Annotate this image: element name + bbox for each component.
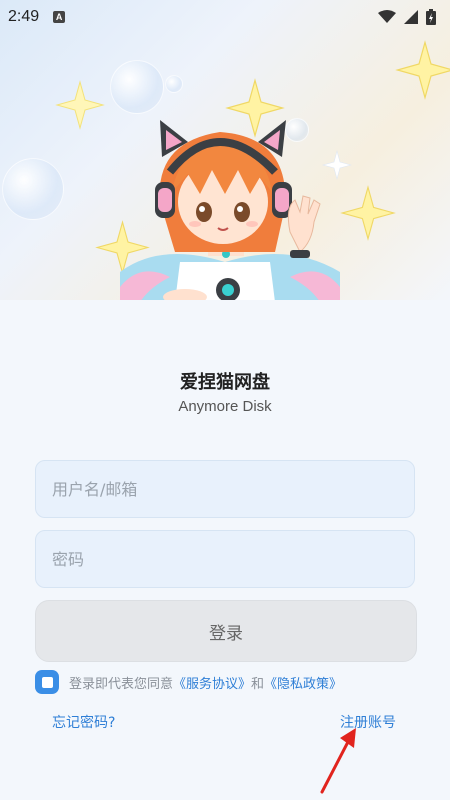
status-time: 2:49 [8,8,40,25]
annotation-arrow [320,728,356,794]
password-field-container [35,530,415,588]
agreement-and: 和 [251,676,265,692]
header-banner [0,0,450,300]
agreement-row: 登录即代表您同意《服务协议》和《隐私政策》 [35,670,342,694]
sparkle-icon [55,80,105,130]
battery-icon [426,9,436,25]
bubble-decoration [165,75,183,93]
notification-a-icon: A [53,11,66,23]
terms-link[interactable]: 《服务协议》 [173,677,251,692]
checkbox-mark [41,676,53,688]
agreement-text: 登录即代表您同意《服务协议》和《隐私政策》 [69,673,342,692]
bubble-decoration [2,158,64,220]
signal-icon [404,10,418,24]
username-input[interactable] [36,461,414,517]
forgot-password-link[interactable]: 忘记密码? [52,712,115,732]
status-bar: 2:49 A [0,0,450,34]
app-title: 爱捏猫网盘 [180,372,270,393]
sparkle-icon [395,40,450,100]
bubble-decoration [110,60,164,114]
privacy-link[interactable]: 《隐私政策》 [264,677,342,692]
wifi-icon [378,10,396,23]
password-input[interactable] [36,531,414,587]
agreement-checkbox[interactable] [35,670,59,694]
agreement-prefix: 登录即代表您同意 [69,676,174,692]
mascot-illustration [120,120,340,300]
login-button[interactable]: 登录 [35,600,417,662]
app-subtitle: Anymore Disk [178,398,272,415]
username-field-container [35,460,415,518]
